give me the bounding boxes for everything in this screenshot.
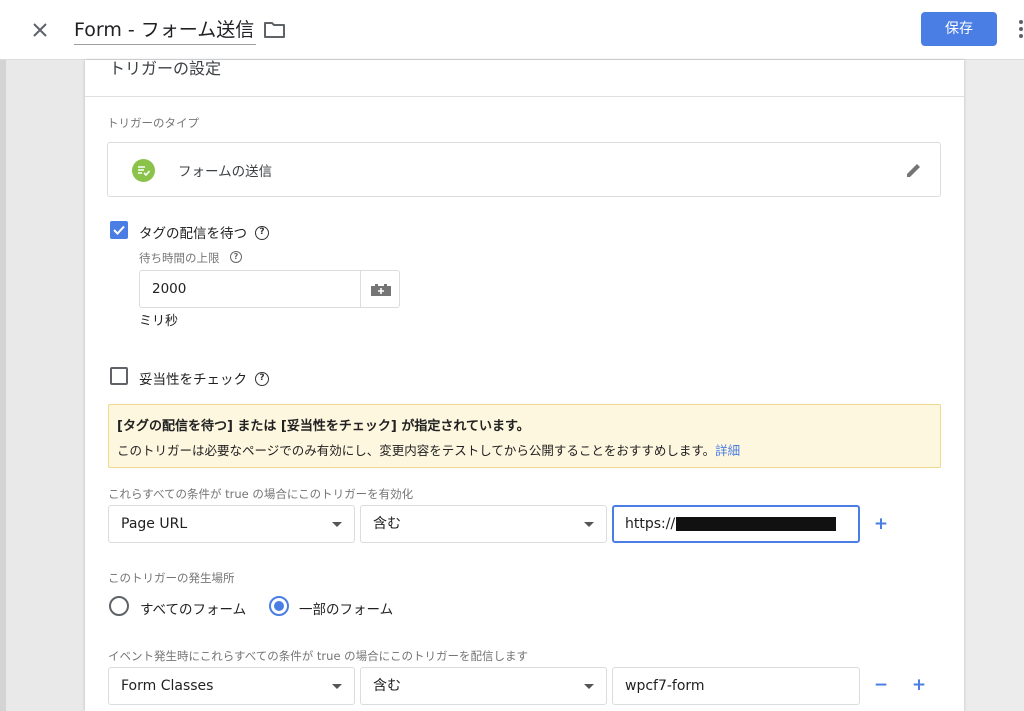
- chevron-down-icon: [584, 684, 594, 689]
- close-icon: [33, 23, 47, 37]
- remove-condition-button[interactable]: −: [873, 675, 889, 695]
- trigger-type-label: トリガーのタイプ: [107, 116, 199, 130]
- pencil-icon[interactable]: [904, 160, 924, 180]
- learn-more-link[interactable]: 詳細: [715, 443, 740, 458]
- add-condition-button[interactable]: +: [911, 675, 927, 695]
- close-button[interactable]: [26, 16, 54, 44]
- notice-title: [タグの配信を待つ] または [妥当性をチェック] が指定されています。: [117, 419, 530, 434]
- chevron-down-icon: [332, 522, 342, 527]
- fires-on-label: このトリガーの発生場所: [108, 571, 235, 585]
- wait-for-tags-checkbox[interactable]: [110, 221, 128, 239]
- enable-variable-select[interactable]: Page URL: [108, 505, 355, 543]
- enable-conditions-label: これらすべての条件が true の場合にこのトリガーを有効化: [108, 487, 414, 501]
- max-wait-input[interactable]: 2000: [139, 270, 360, 308]
- trigger-type-name: フォームの送信: [178, 164, 273, 180]
- save-button[interactable]: 保存: [921, 12, 997, 46]
- warning-notice: [タグの配信を待つ] または [妥当性をチェック] が指定されています。 このト…: [108, 404, 941, 468]
- wait-for-tags-label: タグの配信を待つ: [139, 226, 247, 242]
- max-wait-label: 待ち時間の上限: [139, 251, 220, 265]
- background-page-right: [964, 60, 1024, 711]
- variable-picker-button[interactable]: [360, 270, 400, 308]
- max-wait-unit: ミリ秒: [139, 314, 179, 329]
- fire-value-input[interactable]: wpcf7-form: [612, 667, 860, 705]
- radio-some-forms-label[interactable]: 一部のフォーム: [299, 598, 393, 618]
- divider: [85, 96, 964, 97]
- folder-button[interactable]: [263, 19, 287, 41]
- folder-icon: [264, 22, 285, 38]
- chevron-down-icon: [332, 684, 342, 689]
- check-validation-checkbox[interactable]: [110, 367, 128, 385]
- redacted-url: [676, 517, 837, 531]
- enable-operator-select[interactable]: 含む: [360, 505, 607, 543]
- fire-variable-value: Form Classes: [121, 678, 214, 694]
- fire-operator-value: 含む: [373, 678, 401, 694]
- fire-operator-select[interactable]: 含む: [360, 667, 607, 705]
- radio-all-forms-label[interactable]: すべてのフォーム: [140, 598, 246, 618]
- help-icon[interactable]: ?: [230, 251, 242, 263]
- editor-toolbar: Form - フォーム送信 保存: [0, 0, 1024, 60]
- trigger-type-selector[interactable]: フォームの送信: [107, 142, 941, 197]
- background-page-edge: [0, 60, 6, 711]
- check-validation-label: 妥当性をチェック: [139, 372, 247, 388]
- enable-variable-value: Page URL: [121, 516, 188, 532]
- checkmark-icon: [113, 225, 125, 235]
- add-condition-button[interactable]: +: [873, 514, 889, 534]
- fire-variable-select[interactable]: Form Classes: [108, 667, 355, 705]
- fire-conditions-label: イベント発生時にこれらすべての条件が true の場合にこのトリガーを配信します: [108, 649, 528, 663]
- trigger-name: Form - フォーム送信: [74, 19, 255, 41]
- chevron-down-icon: [584, 522, 594, 527]
- enable-value-input[interactable]: https://: [612, 505, 860, 543]
- notice-text: このトリガーは必要なページでのみ有効にし、変更内容をテストしてから公開することを…: [117, 443, 716, 458]
- radio-some-forms[interactable]: [269, 596, 289, 616]
- radio-all-forms[interactable]: [109, 596, 129, 616]
- trigger-config-card: トリガーの設定 トリガーのタイプ フォームの送信 タグの配信を待つ ? 待ち時間…: [85, 60, 964, 711]
- help-icon[interactable]: ?: [255, 226, 269, 240]
- form-submit-icon: [132, 159, 155, 182]
- variable-picker-icon: [371, 284, 391, 296]
- more-vert-icon[interactable]: [1016, 20, 1024, 40]
- notice-body: このトリガーは必要なページでのみ有効にし、変更内容をテストしてから公開することを…: [117, 440, 740, 459]
- help-icon[interactable]: ?: [255, 372, 269, 386]
- trigger-name-field[interactable]: Form - フォーム送信: [74, 15, 257, 45]
- enable-operator-value: 含む: [373, 516, 401, 532]
- enable-value-text: https://: [625, 516, 676, 532]
- card-title: トリガーの設定: [109, 59, 222, 78]
